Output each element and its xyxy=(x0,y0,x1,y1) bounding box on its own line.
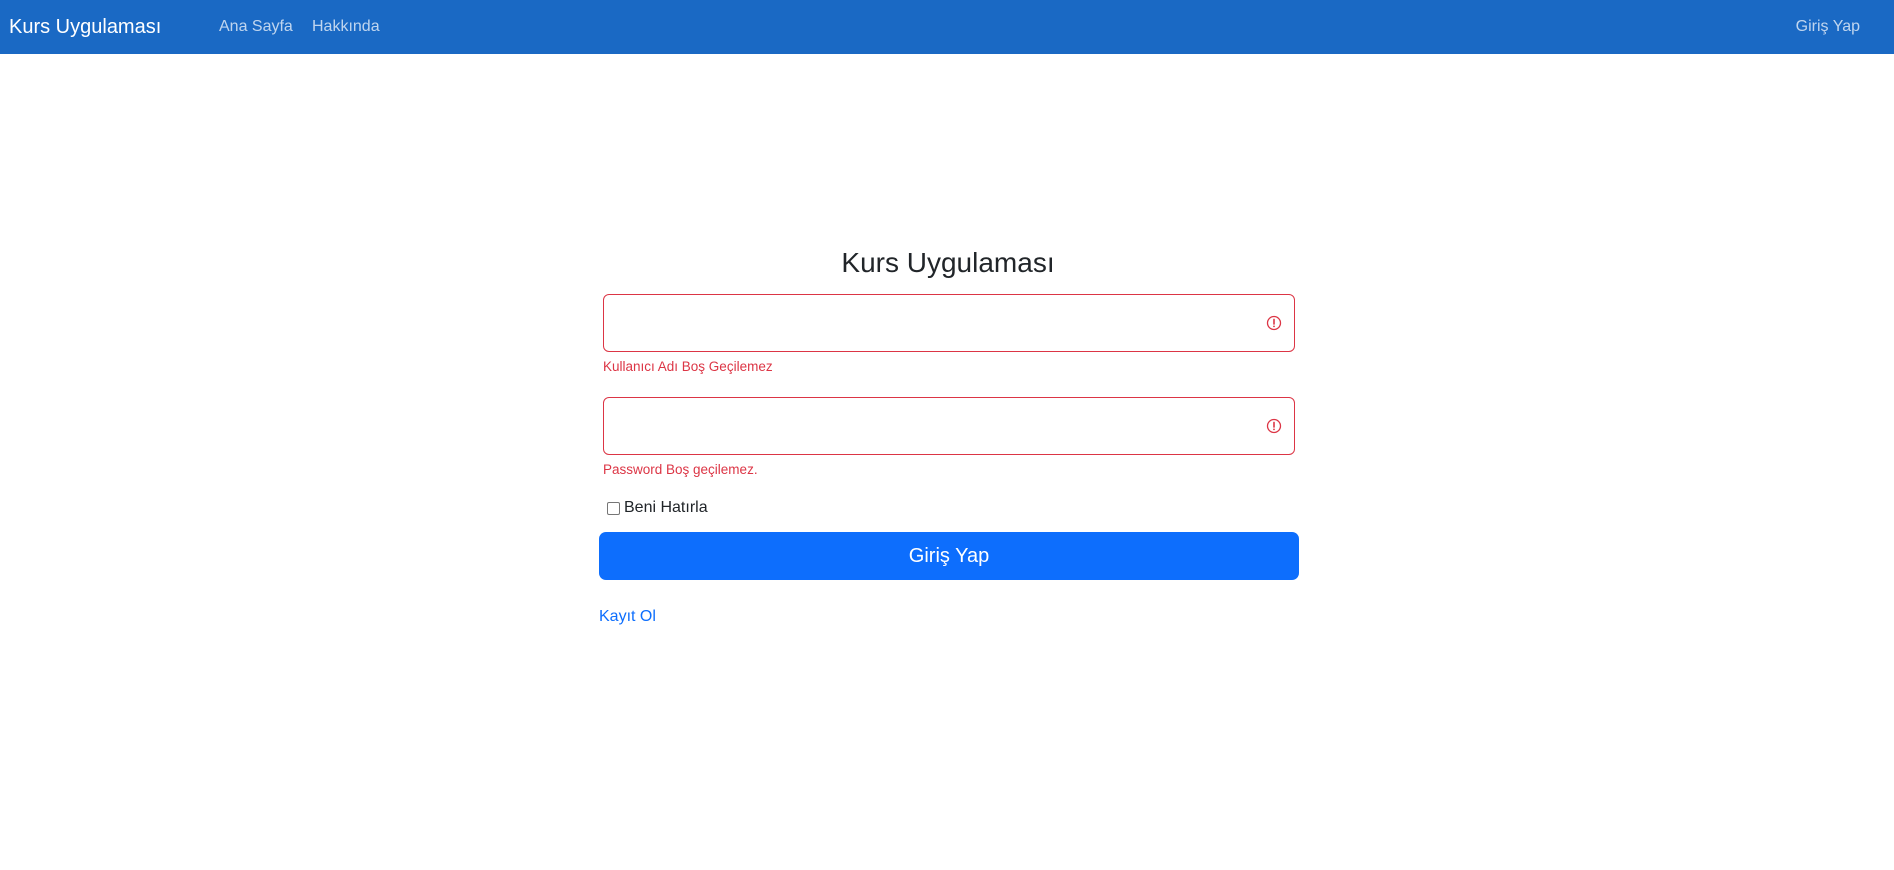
username-error-text: Kullanıcı Adı Boş Geçilemez xyxy=(603,359,773,374)
top-navbar: Kurs Uygulaması Ana Sayfa Hakkında Giriş… xyxy=(0,0,1894,54)
nav-link-about[interactable]: Hakkında xyxy=(312,16,380,38)
register-link[interactable]: Kayıt Ol xyxy=(599,606,656,628)
password-input[interactable] xyxy=(604,398,1294,454)
remember-me[interactable]: Beni Hatırla xyxy=(607,498,708,518)
password-field xyxy=(603,397,1295,455)
form-title: Kurs Uygulaması xyxy=(841,247,1055,278)
exclamation-circle-icon xyxy=(1266,315,1282,331)
login-submit-button[interactable]: Giriş Yap xyxy=(599,532,1299,580)
remember-me-checkbox[interactable] xyxy=(607,501,620,515)
nav-link-home[interactable]: Ana Sayfa xyxy=(219,16,293,38)
exclamation-circle-icon xyxy=(1266,418,1282,434)
username-input[interactable] xyxy=(604,295,1294,351)
nav-link-login[interactable]: Giriş Yap xyxy=(1796,16,1860,38)
password-error-text: Password Boş geçilemez. xyxy=(603,462,758,477)
navbar-brand[interactable]: Kurs Uygulaması xyxy=(9,14,161,40)
username-field xyxy=(603,294,1295,352)
remember-me-label[interactable]: Beni Hatırla xyxy=(624,498,708,518)
